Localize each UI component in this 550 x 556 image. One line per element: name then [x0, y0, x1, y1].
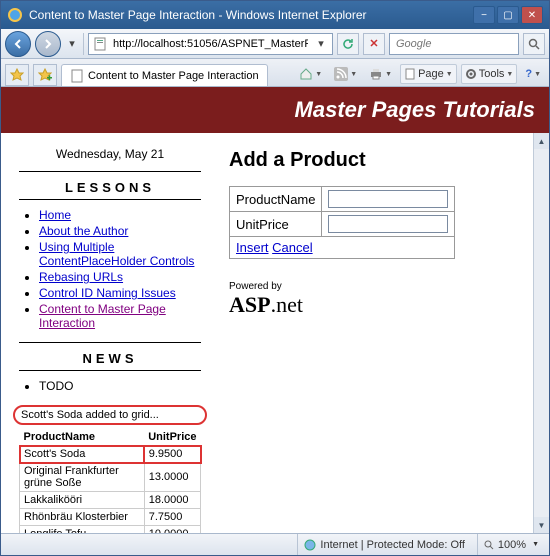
powered-by: Powered by ASP.net [229, 281, 515, 318]
home-button[interactable]: ▼ [295, 64, 326, 84]
lesson-link[interactable]: Rebasing URLs [39, 270, 123, 284]
products-table: ProductName UnitPrice Scott's Soda9.9500… [19, 429, 201, 533]
tools-menu-button[interactable]: Tools▼ [461, 64, 518, 84]
search-button[interactable] [523, 33, 545, 55]
search-input[interactable] [394, 37, 514, 51]
field-label: ProductName [230, 187, 322, 212]
address-bar[interactable]: ▾ [88, 33, 333, 55]
scroll-down-button[interactable]: ▼ [534, 517, 549, 533]
viewport: Master Pages Tutorials Wednesday, May 21… [1, 87, 549, 533]
titlebar: Content to Master Page Interaction - Win… [1, 1, 549, 29]
list-item: TODO [39, 379, 201, 393]
window-title: Content to Master Page Interaction - Win… [29, 8, 473, 22]
lesson-link[interactable]: Control ID Naming Issues [39, 286, 176, 300]
tab[interactable]: Content to Master Page Interaction [61, 64, 268, 86]
feeds-button[interactable]: ▼ [330, 64, 361, 84]
maximize-button[interactable]: ▢ [497, 6, 519, 24]
table-row: Rhönbräu Klosterbier7.7500 [20, 509, 201, 526]
lessons-list: Home About the Author Using Multiple Con… [19, 208, 201, 330]
print-button[interactable]: ▼ [365, 64, 396, 84]
date-label: Wednesday, May 21 [19, 143, 201, 169]
internet-icon [304, 539, 316, 551]
list-item: Content to Master Page Interaction [39, 302, 201, 330]
tab-title: Content to Master Page Interaction [88, 70, 259, 82]
close-button[interactable]: ✕ [521, 6, 543, 24]
vertical-scrollbar[interactable]: ▲ ▼ [533, 133, 549, 533]
news-heading: NEWS [19, 351, 201, 366]
sidebar: Wednesday, May 21 LESSONS Home About the… [1, 133, 211, 533]
list-item: Rebasing URLs [39, 270, 201, 284]
page-icon [93, 37, 107, 51]
col-price: UnitPrice [144, 429, 200, 446]
table-row: Longlife Tofu10.0000 [20, 526, 201, 534]
gear-icon [465, 68, 477, 80]
banner-title: Master Pages Tutorials [295, 97, 535, 122]
url-history-dropdown[interactable]: ▾ [314, 34, 328, 54]
col-name: ProductName [20, 429, 145, 446]
list-item: Home [39, 208, 201, 222]
lesson-link[interactable]: About the Author [39, 224, 128, 238]
aspnet-logo: ASP.net [229, 292, 515, 318]
list-item: Control ID Naming Issues [39, 286, 201, 300]
zoom-control[interactable]: 100% ▼ [477, 534, 545, 555]
insert-link[interactable]: Insert [236, 240, 269, 255]
navbar: ▾ ▾ ✕ [1, 29, 549, 59]
ie-window: Content to Master Page Interaction - Win… [0, 0, 550, 556]
lessons-heading: LESSONS [19, 180, 201, 195]
window-controls: − ▢ ✕ [473, 6, 543, 24]
table-row: Original Frankfurter grüne Soße13.0000 [20, 463, 201, 492]
banner: Master Pages Tutorials [1, 87, 549, 133]
url-input[interactable] [111, 37, 310, 51]
main: Wednesday, May 21 LESSONS Home About the… [1, 133, 549, 533]
lesson-link[interactable]: Using Multiple ContentPlaceHolder Contro… [39, 240, 194, 268]
minimize-button[interactable]: − [473, 6, 495, 24]
ie-logo-icon [7, 7, 23, 23]
tabbar: Content to Master Page Interaction ▼ ▼ ▼… [1, 59, 549, 87]
status-message: Scott's Soda added to grid... [13, 405, 207, 425]
zoom-dropdown[interactable]: ▼ [532, 541, 539, 548]
forward-button[interactable] [35, 31, 61, 57]
unitprice-input[interactable] [328, 215, 448, 233]
back-button[interactable] [5, 31, 31, 57]
help-button[interactable]: ?▼ [521, 64, 545, 84]
body: Add a Product ProductName UnitPrice Inse… [211, 133, 533, 533]
search-bar[interactable] [389, 33, 519, 55]
table-row: Lakkalikööri18.0000 [20, 492, 201, 509]
field-label: UnitPrice [230, 212, 322, 237]
zone-info: Internet | Protected Mode: Off [297, 534, 471, 555]
scroll-track[interactable] [534, 149, 549, 517]
page-menu-button[interactable]: Page▼ [400, 64, 457, 84]
add-favorites-button[interactable] [33, 64, 57, 86]
cancel-link[interactable]: Cancel [272, 240, 312, 255]
powered-small: Powered by [229, 281, 515, 292]
productname-input[interactable] [328, 190, 448, 208]
refresh-button[interactable] [337, 33, 359, 55]
product-form: ProductName UnitPrice Insert Cancel [229, 186, 455, 259]
stop-button[interactable]: ✕ [363, 33, 385, 55]
lesson-link[interactable]: Home [39, 208, 71, 222]
list-item: About the Author [39, 224, 201, 238]
table-row: Scott's Soda9.9500 [20, 446, 201, 463]
lesson-link[interactable]: Content to Master Page Interaction [39, 302, 166, 330]
page-heading: Add a Product [229, 149, 515, 172]
statusbar: Internet | Protected Mode: Off 100% ▼ [1, 533, 549, 555]
recent-pages-dropdown[interactable]: ▾ [65, 34, 79, 54]
table-header-row: ProductName UnitPrice [20, 429, 201, 446]
scroll-up-button[interactable]: ▲ [534, 133, 549, 149]
zoom-icon [484, 540, 494, 550]
command-bar: ▼ ▼ ▼ Page▼ Tools▼ ?▼ [295, 64, 545, 86]
favorites-button[interactable] [5, 64, 29, 86]
news-list: TODO [19, 379, 201, 393]
page-icon [70, 69, 84, 83]
page-icon [404, 68, 416, 80]
list-item: Using Multiple ContentPlaceHolder Contro… [39, 240, 201, 268]
